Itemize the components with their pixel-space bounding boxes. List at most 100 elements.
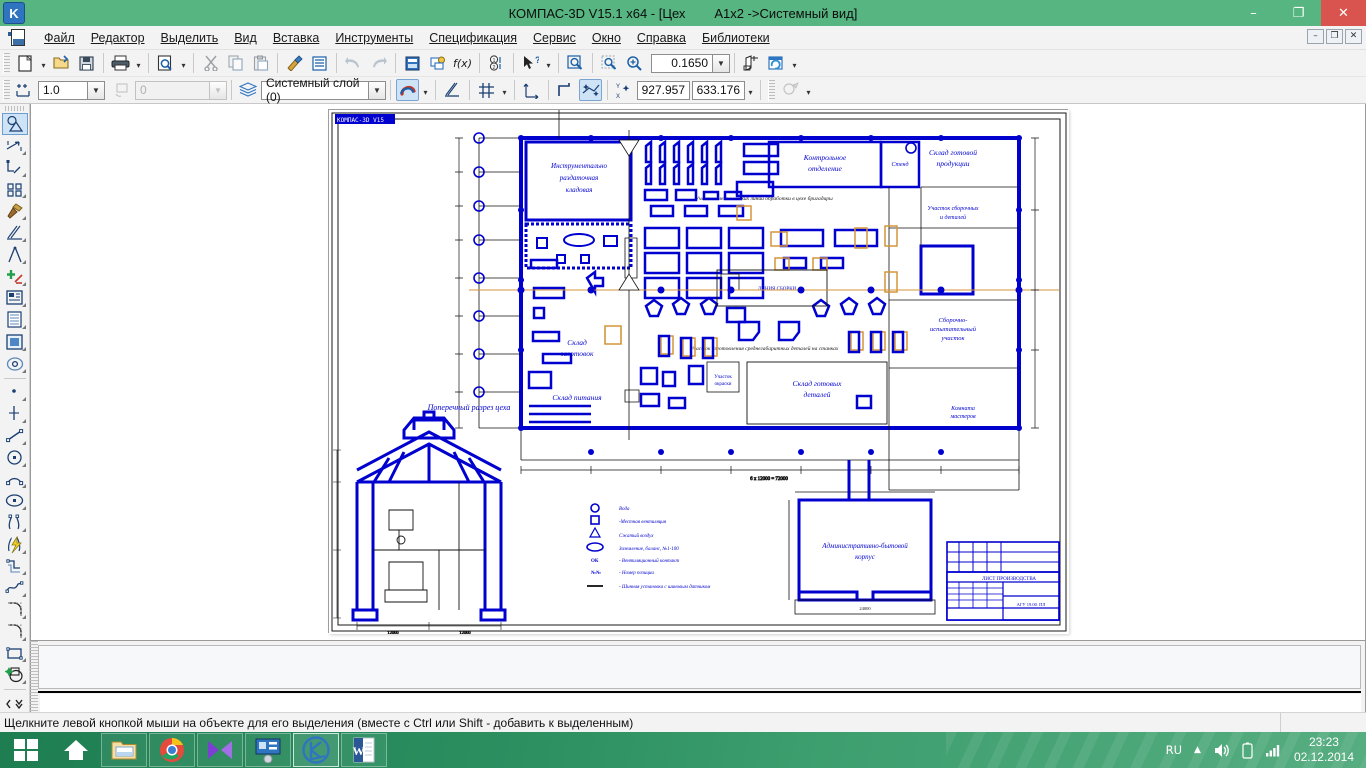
- equidistant-tool-button[interactable]: [2, 556, 28, 578]
- grid-dropdown[interactable]: ▾: [499, 79, 510, 101]
- network-signal-icon[interactable]: [1265, 743, 1282, 757]
- taskbar-explorer-icon[interactable]: [101, 733, 147, 767]
- document-properties-icon[interactable]: [8, 28, 30, 48]
- geometry-button[interactable]: [1, 113, 28, 136]
- menu-item-help[interactable]: Справка: [629, 29, 694, 47]
- bezier-tool-button[interactable]: [2, 577, 28, 599]
- point-tool-button[interactable]: [2, 381, 28, 403]
- local-coordinate-system-button[interactable]: [520, 79, 543, 101]
- report-button[interactable]: [2, 331, 28, 353]
- windows-start-icon[interactable]: [1, 733, 51, 767]
- snap-step-combo[interactable]: 1.0 ▼: [38, 80, 105, 100]
- global-bindings-dropdown[interactable]: ▾: [420, 79, 431, 101]
- circle-tool-button[interactable]: [2, 447, 28, 469]
- redraw-button[interactable]: [765, 52, 788, 74]
- layers-icon[interactable]: [237, 79, 260, 101]
- rectangle-tool-button[interactable]: [2, 643, 28, 665]
- taskbar-home-icon[interactable]: [53, 733, 99, 767]
- print-button[interactable]: [109, 52, 132, 74]
- current-layer-value[interactable]: Системный слой (0): [261, 76, 369, 104]
- redo-button[interactable]: [367, 52, 390, 74]
- mdi-restore-button[interactable]: ❐: [1326, 29, 1343, 44]
- restrict-angle-button[interactable]: [441, 79, 464, 101]
- coordinate-x-field[interactable]: 927.957: [637, 80, 690, 100]
- view-manager-button[interactable]: [2, 353, 28, 375]
- help-pointer-dropdown[interactable]: ▾: [543, 52, 554, 74]
- close-button[interactable]: ✕: [1321, 0, 1366, 26]
- menu-item-editor[interactable]: Редактор: [83, 29, 153, 47]
- new-document-button[interactable]: [14, 52, 37, 74]
- specification-button[interactable]: [2, 309, 28, 331]
- zoom-region-button[interactable]: [598, 52, 621, 74]
- taskbar-kompas-icon[interactable]: [293, 733, 339, 767]
- menu-item-specification[interactable]: Спецификация: [421, 29, 525, 47]
- menu-item-insert[interactable]: Вставка: [265, 29, 327, 47]
- bindings-on-button[interactable]: [579, 79, 602, 101]
- menu-item-select[interactable]: Выделить: [153, 29, 227, 47]
- edit-sketch-button[interactable]: [779, 79, 802, 101]
- mdi-close-button[interactable]: ✕: [1345, 29, 1362, 44]
- taskbar-media-icon[interactable]: [197, 733, 243, 767]
- print-preview-dropdown[interactable]: ▾: [178, 52, 189, 74]
- chamfer-tool-button[interactable]: [2, 621, 28, 643]
- menu-item-file[interactable]: Файл: [36, 29, 83, 47]
- parametrize-button[interactable]: [2, 222, 28, 244]
- drawing-canvas[interactable]: КОМПАС-3D V15 Инструментально раздаточна…: [30, 104, 1366, 641]
- toolbar-grip[interactable]: [768, 79, 775, 101]
- axis-line-tool-button[interactable]: [2, 403, 28, 425]
- tray-clock[interactable]: 23:23 02.12.2014: [1294, 735, 1354, 765]
- mdi-minimize-button[interactable]: –: [1307, 29, 1324, 44]
- minimize-button[interactable]: –: [1231, 0, 1276, 26]
- tray-language[interactable]: RU: [1166, 743, 1182, 757]
- fillet-tool-button[interactable]: [2, 599, 28, 621]
- save-document-button[interactable]: [75, 52, 98, 74]
- print-dropdown[interactable]: ▾: [133, 52, 144, 74]
- arc-tool-button[interactable]: [2, 469, 28, 491]
- maximize-restore-button[interactable]: ❐: [1276, 0, 1321, 26]
- menu-item-libraries[interactable]: Библиотеки: [694, 29, 778, 47]
- current-layer-dropdown-arrow[interactable]: ▼: [369, 80, 386, 100]
- taskbar-app-icon[interactable]: [245, 733, 291, 767]
- layer-number-combo[interactable]: 0 ▼: [135, 80, 227, 100]
- global-bindings-button[interactable]: [396, 79, 419, 101]
- properties-button[interactable]: [308, 52, 331, 74]
- manager-document-button[interactable]: [401, 52, 424, 74]
- battery-icon[interactable]: [1242, 742, 1253, 759]
- help-pointer-button[interactable]: ?: [519, 52, 542, 74]
- zoom-scale-value[interactable]: 0.1650: [651, 53, 713, 73]
- toolbar-grip[interactable]: [3, 52, 10, 74]
- nurbs-curve-tool-button[interactable]: [2, 512, 28, 534]
- redraw-dropdown[interactable]: ▾: [789, 52, 800, 74]
- menu-item-view[interactable]: Вид: [226, 29, 265, 47]
- snap-step-value[interactable]: 1.0: [38, 80, 88, 100]
- volume-icon[interactable]: [1213, 743, 1230, 758]
- layer-navigate-icon[interactable]: [111, 79, 134, 101]
- layer-number-value[interactable]: 0: [135, 80, 210, 100]
- menu-item-tools[interactable]: Инструменты: [327, 29, 421, 47]
- print-preview-button[interactable]: [154, 52, 177, 74]
- drawing-sheet[interactable]: КОМПАС-3D V15 Инструментально раздаточна…: [328, 109, 1069, 634]
- grid-button[interactable]: [475, 79, 498, 101]
- segment-tool-button[interactable]: [2, 425, 28, 447]
- zoom-scale-dropdown-arrow[interactable]: ▼: [713, 53, 730, 73]
- hatching-button[interactable]: [2, 179, 28, 201]
- property-panel-grip[interactable]: [30, 641, 38, 715]
- dimensions-button[interactable]: [2, 135, 28, 157]
- taskbar-chrome-icon[interactable]: [149, 733, 195, 767]
- tray-show-hidden-icon[interactable]: ▲: [1194, 745, 1201, 755]
- zoom-in-button[interactable]: [623, 52, 646, 74]
- layer-number-dropdown-arrow[interactable]: ▼: [210, 80, 227, 100]
- zoom-window-button[interactable]: [564, 52, 587, 74]
- snap-step-icon[interactable]: [14, 79, 37, 101]
- zoom-scale-combo[interactable]: 0.1650 ▼: [651, 53, 730, 73]
- inserts-macro-button[interactable]: [2, 288, 28, 310]
- expression-button[interactable]: f(x): [451, 52, 474, 74]
- designations-button[interactable]: [2, 157, 28, 179]
- orthogonal-drawing-button[interactable]: [554, 79, 577, 101]
- menu-item-window[interactable]: Окно: [584, 29, 629, 47]
- measurements-button[interactable]: [2, 244, 28, 266]
- order-button[interactable]: 12: [485, 52, 508, 74]
- current-layer-combo[interactable]: Системный слой (0) ▼: [261, 76, 386, 104]
- cut-button[interactable]: [199, 52, 222, 74]
- show-all-button[interactable]: [740, 52, 763, 74]
